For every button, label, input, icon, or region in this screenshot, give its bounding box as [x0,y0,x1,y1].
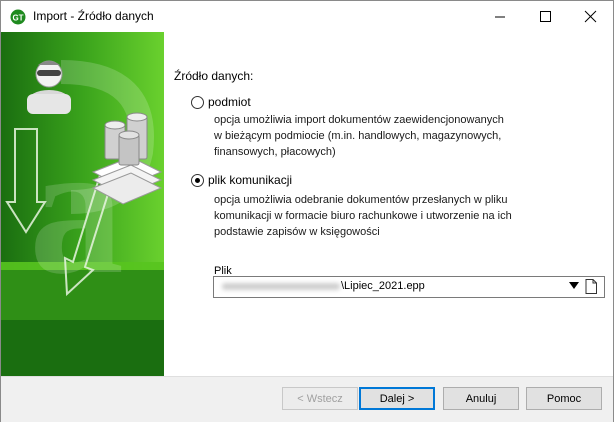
option-description-plik-komunikacji: opcja umożliwia odebranie dokumentów prz… [214,194,512,238]
button-bar: < Wstecz Dalej > Anuluj Pomoc [1,376,613,422]
import-wizard-window: GT Import - Źródło danych a Źródło danyc… [0,0,614,422]
source-label: Źródło danych: [174,69,254,83]
redacted-path [222,283,340,290]
option-description-podmiot: opcja umożliwia import dokumentów zaewid… [214,114,504,158]
maximize-button[interactable] [523,1,569,32]
help-button[interactable]: Pomoc [526,387,602,410]
wizard-content: Źródło danych: podmiot opcja umożliwia i… [164,32,613,376]
cancel-button[interactable]: Anuluj [443,387,519,410]
file-path-combobox[interactable]: \Lipiec_2021.epp [213,276,605,298]
title-bar: GT Import - Źródło danych [1,1,613,32]
minimize-button[interactable] [477,1,523,32]
dropdown-arrow-icon[interactable] [569,282,579,289]
svg-text:GT: GT [12,14,23,23]
back-button[interactable]: < Wstecz [282,387,358,410]
wizard-side-banner: a [1,32,164,376]
radio-podmiot[interactable] [191,96,204,109]
window-title: Import - Źródło danych [33,9,154,23]
app-logo-icon: GT [10,9,26,25]
file-path-value: \Lipiec_2021.epp [341,280,425,292]
option-label-plik-komunikacji[interactable]: plik komunikacji [208,173,292,187]
option-label-podmiot[interactable]: podmiot [208,95,251,109]
radio-plik-komunikacji[interactable] [191,174,204,187]
browse-file-icon[interactable] [585,279,597,294]
next-button[interactable]: Dalej > [359,387,435,410]
close-button[interactable] [567,1,613,32]
